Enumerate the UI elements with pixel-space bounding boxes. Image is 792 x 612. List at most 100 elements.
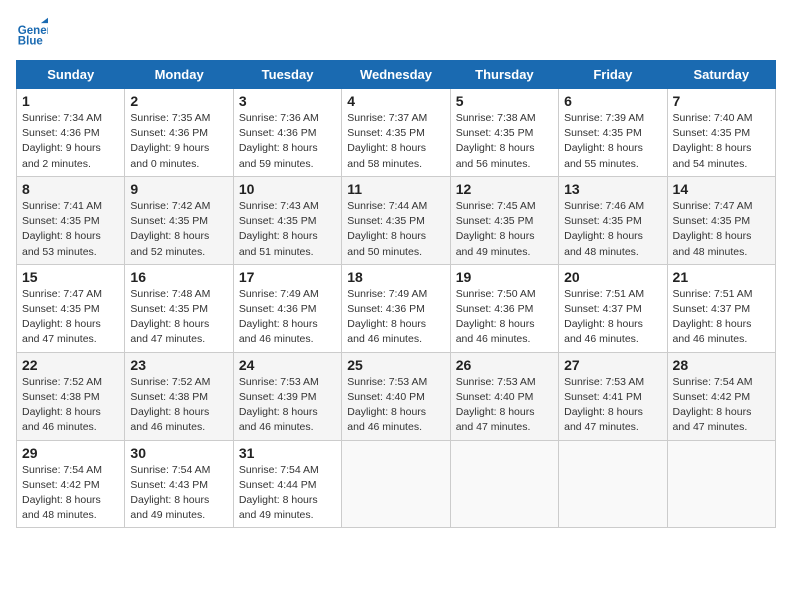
day-number: 18 <box>347 269 444 285</box>
day-cell-25: 25 Sunrise: 7:53 AMSunset: 4:40 PMDaylig… <box>342 352 450 440</box>
empty-cell <box>342 440 450 528</box>
calendar-body: 1 Sunrise: 7:34 AMSunset: 4:36 PMDayligh… <box>17 89 776 528</box>
day-info: Sunrise: 7:53 AMSunset: 4:40 PMDaylight:… <box>456 376 536 434</box>
day-cell-24: 24 Sunrise: 7:53 AMSunset: 4:39 PMDaylig… <box>233 352 341 440</box>
logo-icon: General Blue <box>16 16 48 48</box>
day-info: Sunrise: 7:37 AMSunset: 4:35 PMDaylight:… <box>347 112 427 170</box>
empty-cell <box>667 440 775 528</box>
day-info: Sunrise: 7:41 AMSunset: 4:35 PMDaylight:… <box>22 200 102 258</box>
logo: General Blue <box>16 16 48 48</box>
day-info: Sunrise: 7:51 AMSunset: 4:37 PMDaylight:… <box>564 288 644 346</box>
page-header: General Blue <box>16 16 776 48</box>
day-info: Sunrise: 7:43 AMSunset: 4:35 PMDaylight:… <box>239 200 319 258</box>
day-number: 3 <box>239 93 336 109</box>
day-info: Sunrise: 7:40 AMSunset: 4:35 PMDaylight:… <box>673 112 753 170</box>
day-info: Sunrise: 7:48 AMSunset: 4:35 PMDaylight:… <box>130 288 210 346</box>
calendar-week-1: 1 Sunrise: 7:34 AMSunset: 4:36 PMDayligh… <box>17 89 776 177</box>
day-cell-29: 29 Sunrise: 7:54 AMSunset: 4:42 PMDaylig… <box>17 440 125 528</box>
day-info: Sunrise: 7:42 AMSunset: 4:35 PMDaylight:… <box>130 200 210 258</box>
day-cell-18: 18 Sunrise: 7:49 AMSunset: 4:36 PMDaylig… <box>342 264 450 352</box>
day-cell-28: 28 Sunrise: 7:54 AMSunset: 4:42 PMDaylig… <box>667 352 775 440</box>
day-header-saturday: Saturday <box>667 61 775 89</box>
day-number: 6 <box>564 93 661 109</box>
day-info: Sunrise: 7:49 AMSunset: 4:36 PMDaylight:… <box>347 288 427 346</box>
day-number: 21 <box>673 269 770 285</box>
day-header-friday: Friday <box>559 61 667 89</box>
calendar-week-5: 29 Sunrise: 7:54 AMSunset: 4:42 PMDaylig… <box>17 440 776 528</box>
day-number: 28 <box>673 357 770 373</box>
day-info: Sunrise: 7:54 AMSunset: 4:43 PMDaylight:… <box>130 464 210 522</box>
day-number: 11 <box>347 181 444 197</box>
day-number: 16 <box>130 269 227 285</box>
day-info: Sunrise: 7:54 AMSunset: 4:42 PMDaylight:… <box>673 376 753 434</box>
day-cell-12: 12 Sunrise: 7:45 AMSunset: 4:35 PMDaylig… <box>450 176 558 264</box>
day-cell-4: 4 Sunrise: 7:37 AMSunset: 4:35 PMDayligh… <box>342 89 450 177</box>
day-number: 14 <box>673 181 770 197</box>
day-header-tuesday: Tuesday <box>233 61 341 89</box>
day-number: 24 <box>239 357 336 373</box>
day-number: 31 <box>239 445 336 461</box>
day-cell-3: 3 Sunrise: 7:36 AMSunset: 4:36 PMDayligh… <box>233 89 341 177</box>
day-cell-23: 23 Sunrise: 7:52 AMSunset: 4:38 PMDaylig… <box>125 352 233 440</box>
day-cell-14: 14 Sunrise: 7:47 AMSunset: 4:35 PMDaylig… <box>667 176 775 264</box>
day-cell-31: 31 Sunrise: 7:54 AMSunset: 4:44 PMDaylig… <box>233 440 341 528</box>
day-number: 13 <box>564 181 661 197</box>
day-info: Sunrise: 7:53 AMSunset: 4:39 PMDaylight:… <box>239 376 319 434</box>
calendar-week-4: 22 Sunrise: 7:52 AMSunset: 4:38 PMDaylig… <box>17 352 776 440</box>
day-cell-5: 5 Sunrise: 7:38 AMSunset: 4:35 PMDayligh… <box>450 89 558 177</box>
day-info: Sunrise: 7:54 AMSunset: 4:44 PMDaylight:… <box>239 464 319 522</box>
day-number: 23 <box>130 357 227 373</box>
day-number: 15 <box>22 269 119 285</box>
day-info: Sunrise: 7:52 AMSunset: 4:38 PMDaylight:… <box>22 376 102 434</box>
day-cell-17: 17 Sunrise: 7:49 AMSunset: 4:36 PMDaylig… <box>233 264 341 352</box>
day-info: Sunrise: 7:39 AMSunset: 4:35 PMDaylight:… <box>564 112 644 170</box>
day-info: Sunrise: 7:49 AMSunset: 4:36 PMDaylight:… <box>239 288 319 346</box>
day-cell-16: 16 Sunrise: 7:48 AMSunset: 4:35 PMDaylig… <box>125 264 233 352</box>
day-cell-22: 22 Sunrise: 7:52 AMSunset: 4:38 PMDaylig… <box>17 352 125 440</box>
day-cell-15: 15 Sunrise: 7:47 AMSunset: 4:35 PMDaylig… <box>17 264 125 352</box>
day-info: Sunrise: 7:45 AMSunset: 4:35 PMDaylight:… <box>456 200 536 258</box>
day-number: 26 <box>456 357 553 373</box>
day-cell-13: 13 Sunrise: 7:46 AMSunset: 4:35 PMDaylig… <box>559 176 667 264</box>
day-info: Sunrise: 7:44 AMSunset: 4:35 PMDaylight:… <box>347 200 427 258</box>
day-number: 1 <box>22 93 119 109</box>
day-info: Sunrise: 7:47 AMSunset: 4:35 PMDaylight:… <box>673 200 753 258</box>
day-number: 29 <box>22 445 119 461</box>
day-header-wednesday: Wednesday <box>342 61 450 89</box>
day-info: Sunrise: 7:46 AMSunset: 4:35 PMDaylight:… <box>564 200 644 258</box>
day-number: 9 <box>130 181 227 197</box>
day-number: 19 <box>456 269 553 285</box>
day-cell-2: 2 Sunrise: 7:35 AMSunset: 4:36 PMDayligh… <box>125 89 233 177</box>
day-cell-30: 30 Sunrise: 7:54 AMSunset: 4:43 PMDaylig… <box>125 440 233 528</box>
day-info: Sunrise: 7:51 AMSunset: 4:37 PMDaylight:… <box>673 288 753 346</box>
day-number: 10 <box>239 181 336 197</box>
empty-cell <box>450 440 558 528</box>
day-cell-26: 26 Sunrise: 7:53 AMSunset: 4:40 PMDaylig… <box>450 352 558 440</box>
empty-cell <box>559 440 667 528</box>
day-number: 25 <box>347 357 444 373</box>
day-cell-8: 8 Sunrise: 7:41 AMSunset: 4:35 PMDayligh… <box>17 176 125 264</box>
day-header-thursday: Thursday <box>450 61 558 89</box>
day-number: 20 <box>564 269 661 285</box>
calendar-week-3: 15 Sunrise: 7:47 AMSunset: 4:35 PMDaylig… <box>17 264 776 352</box>
day-info: Sunrise: 7:38 AMSunset: 4:35 PMDaylight:… <box>456 112 536 170</box>
calendar-week-2: 8 Sunrise: 7:41 AMSunset: 4:35 PMDayligh… <box>17 176 776 264</box>
day-cell-10: 10 Sunrise: 7:43 AMSunset: 4:35 PMDaylig… <box>233 176 341 264</box>
day-number: 5 <box>456 93 553 109</box>
day-info: Sunrise: 7:34 AMSunset: 4:36 PMDaylight:… <box>22 112 102 170</box>
day-number: 22 <box>22 357 119 373</box>
calendar-header-row: SundayMondayTuesdayWednesdayThursdayFrid… <box>17 61 776 89</box>
day-info: Sunrise: 7:35 AMSunset: 4:36 PMDaylight:… <box>130 112 210 170</box>
day-number: 2 <box>130 93 227 109</box>
day-header-monday: Monday <box>125 61 233 89</box>
day-info: Sunrise: 7:53 AMSunset: 4:40 PMDaylight:… <box>347 376 427 434</box>
svg-text:Blue: Blue <box>18 35 44 47</box>
day-cell-21: 21 Sunrise: 7:51 AMSunset: 4:37 PMDaylig… <box>667 264 775 352</box>
day-cell-11: 11 Sunrise: 7:44 AMSunset: 4:35 PMDaylig… <box>342 176 450 264</box>
day-number: 30 <box>130 445 227 461</box>
day-info: Sunrise: 7:47 AMSunset: 4:35 PMDaylight:… <box>22 288 102 346</box>
day-number: 8 <box>22 181 119 197</box>
day-cell-7: 7 Sunrise: 7:40 AMSunset: 4:35 PMDayligh… <box>667 89 775 177</box>
calendar-table: SundayMondayTuesdayWednesdayThursdayFrid… <box>16 60 776 528</box>
day-cell-27: 27 Sunrise: 7:53 AMSunset: 4:41 PMDaylig… <box>559 352 667 440</box>
